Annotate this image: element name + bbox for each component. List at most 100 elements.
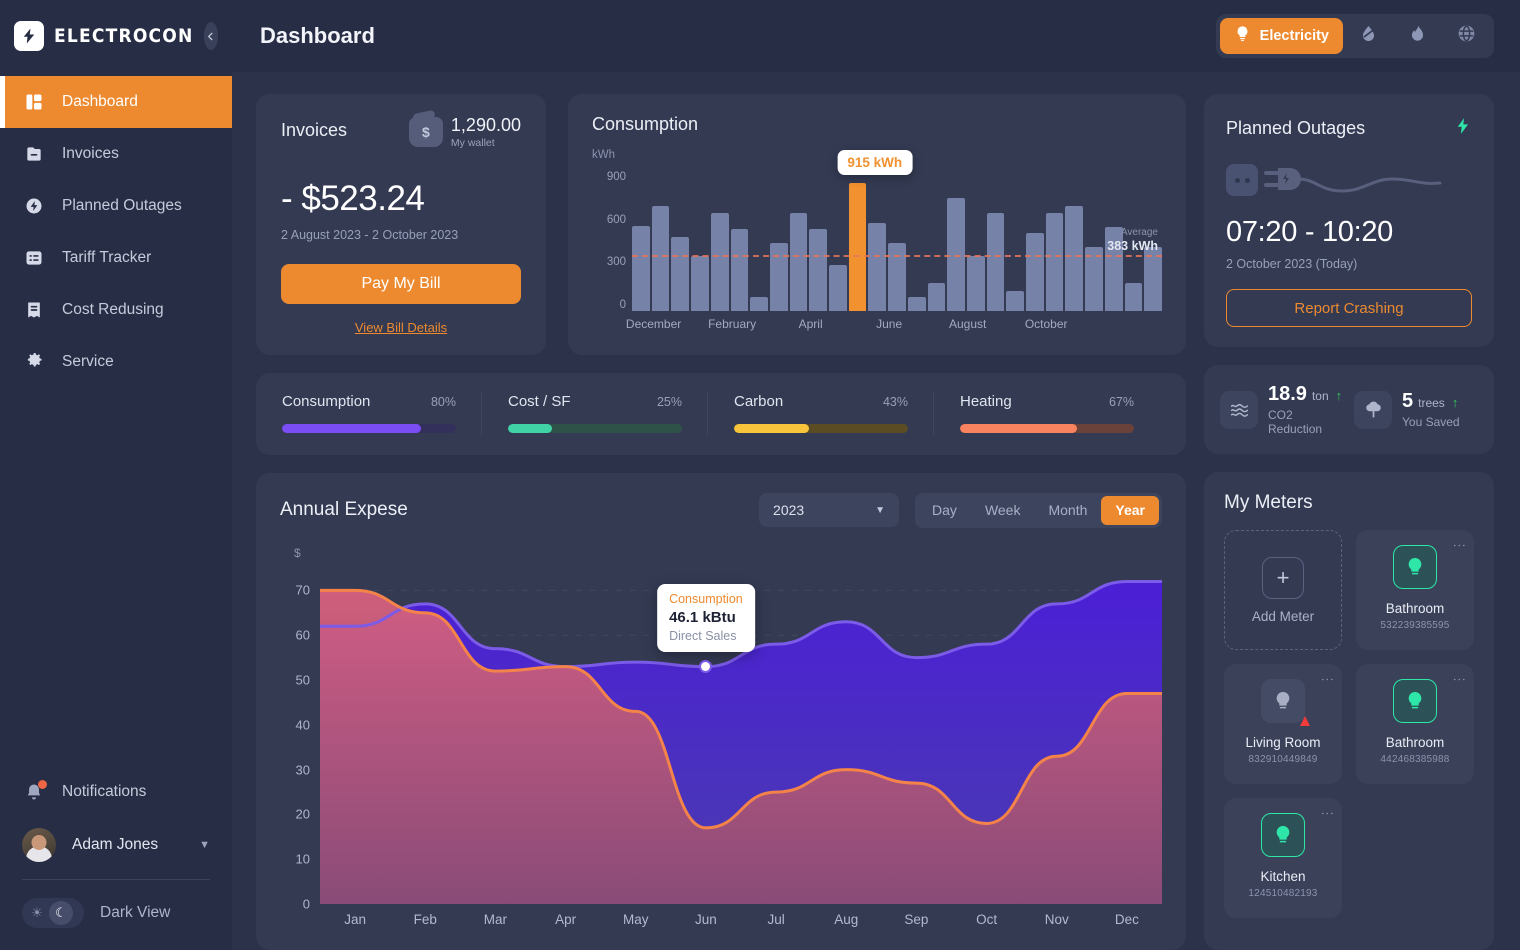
consumption-bar[interactable] <box>691 256 709 311</box>
sidebar-collapse-button[interactable] <box>204 22 218 50</box>
consumption-bar[interactable] <box>888 243 906 311</box>
y-tick-label: 30 <box>296 762 310 777</box>
tab-electricity[interactable]: Electricity <box>1220 18 1343 54</box>
tab-year[interactable]: Year <box>1101 496 1159 525</box>
theme-label: Dark View <box>100 904 170 922</box>
left-column: Invoices $ 1,290.00 My wallet - $523.24 … <box>256 94 1186 950</box>
tooltip-sub: Direct Sales <box>669 629 743 643</box>
tab-water[interactable] <box>1345 18 1392 54</box>
consumption-bar[interactable] <box>928 283 946 311</box>
consumption-bar[interactable] <box>1006 291 1024 311</box>
consumption-bar[interactable] <box>790 213 808 311</box>
consumption-bar[interactable] <box>1125 283 1143 311</box>
metric-consumption: Consumption80% <box>282 393 482 433</box>
meter-card[interactable]: ⋮Bathroom532239385595 <box>1356 530 1474 650</box>
sidebar-item-tariff-tracker[interactable]: Tariff Tracker <box>0 232 232 284</box>
energy-tab-group: Electricity <box>1216 14 1494 58</box>
consumption-bar[interactable] <box>908 297 926 311</box>
brand-name: ELECTROCON <box>54 25 194 47</box>
annual-header: Annual Expese 2023 ▼ Day Week Month Year <box>280 493 1162 528</box>
x-tick-label: Apr <box>555 912 576 927</box>
trend-up-icon: ↑ <box>1452 395 1459 410</box>
meter-name: Kitchen <box>1260 869 1305 884</box>
year-select[interactable]: 2023 ▼ <box>759 493 899 527</box>
pay-my-bill-button[interactable]: Pay My Bill <box>281 264 521 304</box>
sidebar-item-label: Invoices <box>62 145 119 163</box>
consumption-bar[interactable] <box>967 256 985 311</box>
consumption-bar[interactable] <box>1026 233 1044 311</box>
consumption-bar[interactable] <box>770 243 788 311</box>
eco-item-co2: 18.9 ton ↑ CO2 Reduction <box>1220 383 1344 436</box>
user-menu[interactable]: Adam Jones ▼ <box>22 817 210 873</box>
consumption-bar[interactable] <box>652 206 670 311</box>
consumption-bar[interactable] <box>947 198 965 311</box>
consumption-x-axis: DecemberFebruaryAprilJuneAugustOctober <box>632 317 1162 337</box>
chevron-down-icon[interactable]: ▼ <box>199 839 210 851</box>
x-tick-label: Jul <box>767 912 784 927</box>
sidebar-item-cost-redusing[interactable]: Cost Redusing <box>0 284 232 336</box>
consumption-bar[interactable] <box>868 223 886 310</box>
eco-value: 5 <box>1402 390 1413 413</box>
meter-card[interactable]: ⋮▲Living Room832910449849 <box>1224 664 1342 784</box>
x-tick-label: October <box>1025 317 1068 331</box>
sidebar: ELECTROCON Dashboard Invoices <box>0 0 232 950</box>
x-tick-label: Dec <box>1115 912 1139 927</box>
consumption-bar[interactable] <box>809 229 827 311</box>
metric-track <box>508 424 682 433</box>
plug-icon <box>1258 163 1448 197</box>
year-select-value: 2023 <box>773 502 804 518</box>
report-crashing-button[interactable]: Report Crashing <box>1226 289 1472 327</box>
tab-gas[interactable] <box>1394 18 1441 54</box>
y-tick: 300 <box>592 256 626 268</box>
brand: ELECTROCON <box>0 0 232 72</box>
meter-options-button[interactable]: ⋮ <box>1456 673 1463 685</box>
sidebar-item-invoices[interactable]: Invoices <box>0 128 232 180</box>
sidebar-item-service[interactable]: Service <box>0 336 232 388</box>
annual-expense-card: Annual Expese 2023 ▼ Day Week Month Year <box>256 473 1186 950</box>
consumption-bar[interactable] <box>829 265 847 311</box>
meter-name: Living Room <box>1245 735 1320 750</box>
tab-day[interactable]: Day <box>918 496 971 525</box>
annual-tooltip: Consumption 46.1 kBtu Direct Sales <box>657 584 755 652</box>
consumption-bar[interactable] <box>731 229 749 311</box>
meter-options-button[interactable]: ⋮ <box>1324 673 1331 685</box>
metric-percent: 67% <box>1109 395 1134 409</box>
invoice-amount: - $523.24 <box>281 179 521 219</box>
add-meter-button[interactable]: +Add Meter <box>1224 530 1342 650</box>
notifications-button[interactable]: Notifications <box>22 767 210 817</box>
metric-track <box>282 424 456 433</box>
consumption-bar[interactable] <box>1065 206 1083 311</box>
tab-week[interactable]: Week <box>971 496 1035 525</box>
annual-y-axis: 010203040506070 <box>280 568 310 904</box>
eco-caption: CO2 Reduction <box>1268 408 1344 436</box>
consumption-bar[interactable] <box>711 213 729 311</box>
consumption-bar[interactable] <box>1046 213 1064 311</box>
view-bill-details-link[interactable]: View Bill Details <box>281 320 521 335</box>
consumption-average-line <box>632 255 1162 257</box>
lightbulb-icon <box>1234 25 1251 47</box>
y-tick: 900 <box>592 171 626 183</box>
consumption-bar[interactable] <box>750 297 768 311</box>
tab-global[interactable] <box>1443 18 1490 54</box>
tab-month[interactable]: Month <box>1034 496 1101 525</box>
meter-options-button[interactable]: ⋮ <box>1324 807 1331 819</box>
notifications-label: Notifications <box>62 783 146 801</box>
metric-percent: 80% <box>431 395 456 409</box>
consumption-bar[interactable] <box>632 226 650 311</box>
consumption-bar[interactable] <box>849 183 867 311</box>
meter-card[interactable]: ⋮Kitchen124510482193 <box>1224 798 1342 918</box>
meter-name: Bathroom <box>1386 735 1445 750</box>
wallet-summary: $ 1,290.00 My wallet <box>409 116 521 149</box>
metric-heating: Heating67% <box>934 393 1160 433</box>
meter-card[interactable]: ⋮Bathroom442468385988 <box>1356 664 1474 784</box>
wallet-amount: 1,290.00 <box>451 116 521 135</box>
consumption-card: Consumption kWh 900 600 300 0 <box>568 94 1186 355</box>
meter-options-button[interactable]: ⋮ <box>1456 539 1463 551</box>
sidebar-item-dashboard[interactable]: Dashboard <box>0 76 232 128</box>
dark-view-toggle[interactable]: ☀ ☾ <box>22 898 84 928</box>
water-drop-icon <box>1359 24 1378 48</box>
consumption-bar[interactable] <box>671 237 689 311</box>
consumption-bar[interactable] <box>987 213 1005 311</box>
lightbulb-icon <box>1261 813 1305 857</box>
sidebar-item-planned-outages[interactable]: Planned Outages <box>0 180 232 232</box>
